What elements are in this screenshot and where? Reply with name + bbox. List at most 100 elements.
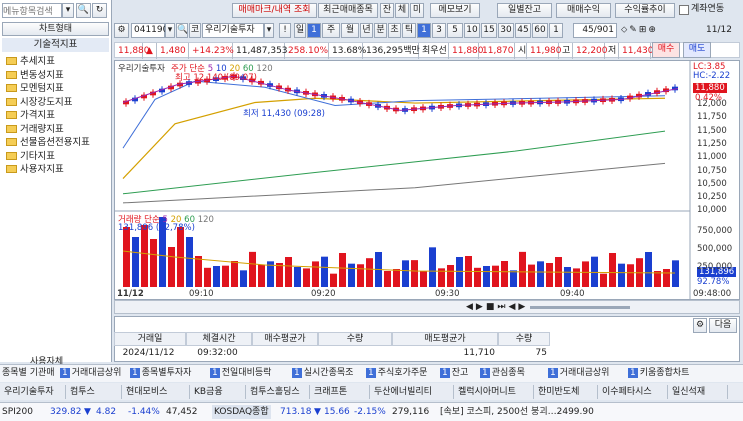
alert-icon[interactable]: ! (279, 23, 291, 38)
period-button[interactable]: 5 (447, 23, 463, 38)
buy-button[interactable]: 매수 (652, 42, 680, 58)
daily-balance-button[interactable]: 일별잔고 (497, 3, 552, 18)
period-button[interactable]: 일 (294, 23, 306, 38)
volume-bar (483, 266, 490, 287)
tab-exec[interactable]: 체 (395, 3, 409, 18)
price-chart-svg[interactable] (115, 61, 741, 301)
period-button[interactable]: 년 (360, 23, 373, 38)
ticker-tab[interactable]: 크래프톤 (312, 385, 370, 399)
tree-item[interactable]: 모멘텀지표 (6, 83, 64, 95)
period-button[interactable]: 초 (388, 23, 401, 38)
settings-icon[interactable]: ⚙ (114, 23, 129, 38)
volume-bar (285, 257, 292, 287)
dropdown-arrow-icon[interactable]: ▾ (62, 3, 74, 18)
tree-item[interactable]: 기타지표 (6, 151, 55, 163)
table-settings-icon[interactable]: ⚙ (693, 318, 707, 333)
volume-bar (240, 270, 247, 287)
kosdaq-pct: -2.15% (354, 407, 386, 417)
volume-axis-tick: 250,000 (697, 262, 733, 272)
taskbar-item[interactable]: 1 주식호가주문 (366, 366, 427, 380)
tree-item[interactable]: 시장강도지표 (6, 97, 72, 109)
refresh-icon[interactable]: ↻ (92, 3, 107, 18)
memo-button[interactable]: 메모보기 (430, 3, 480, 18)
search-icon[interactable]: 🔍 (76, 3, 91, 18)
hc-label: HC:-2.22 (693, 71, 731, 81)
zoom-slider[interactable] (530, 306, 630, 309)
tree-item[interactable]: 가격지표 (6, 110, 55, 122)
taskbar-item[interactable]: 1 키움종합차트 (628, 366, 689, 380)
taskbar-number-badge: 1 (210, 368, 220, 378)
menu-search-input[interactable] (2, 3, 62, 18)
period-button[interactable]: 30 (498, 23, 514, 38)
ticker-tab[interactable]: 한미반도체 (536, 385, 598, 399)
recent-trade-button[interactable]: 최근매매종목 (318, 3, 378, 18)
volume-bar (294, 267, 301, 287)
taskbar-item[interactable]: 종목별 기관매 (2, 366, 55, 380)
news-ticker[interactable]: [속보] 코스피, 2500선 붕괴…2499.90 (440, 405, 594, 419)
taskbar-item[interactable]: 1 종목별투자자 (130, 366, 191, 380)
stock-code-input[interactable]: 041190 (131, 23, 168, 38)
taskbar-item[interactable]: 1 전일대비등락 (210, 366, 271, 380)
chart-area[interactable]: 우리기술투자 주가 단순 5 10 20 60 120 최고 12,140 (0… (114, 60, 741, 301)
account-link-checkbox[interactable] (679, 5, 689, 15)
period-button[interactable]: 10 (464, 23, 480, 38)
period-button[interactable]: 1 (549, 23, 563, 38)
ticker-tab[interactable]: 일신석재 (670, 385, 728, 399)
period-button[interactable]: 60 (532, 23, 548, 38)
tree-item[interactable]: 거래량지표 (6, 124, 64, 136)
ticker-tab[interactable]: 켈럭시아머니트 (456, 385, 534, 399)
tree-item[interactable]: 사용자지표 (6, 164, 64, 176)
chart-tools-icon[interactable]: ⬦✎⊞⊕ (621, 23, 658, 37)
ticker-tab[interactable]: 우리기술투자 (2, 385, 66, 399)
period-button[interactable]: 45 (515, 23, 531, 38)
scroll-controls[interactable]: ◀▶■⏭◀▶ (466, 300, 528, 314)
next-button[interactable]: 다음 (709, 318, 737, 333)
volume-bar (501, 261, 508, 287)
tab-balance[interactable]: 잔 (380, 3, 394, 18)
period-button[interactable]: 분 (374, 23, 387, 38)
period-button[interactable]: 1 (307, 23, 321, 38)
ticker-tab[interactable]: KB금융 (192, 385, 246, 399)
period-button[interactable]: 15 (481, 23, 497, 38)
taskbar-item[interactable]: 1 거래대금상위 (548, 366, 609, 380)
taskbar-item[interactable]: 1 잔고 (440, 366, 468, 380)
tab-unfilled[interactable]: 미 (410, 3, 424, 18)
chart-type-tab[interactable]: 차트형태 (2, 22, 109, 36)
volume-bar (384, 271, 391, 287)
folder-icon (6, 165, 17, 173)
taskbar-item[interactable]: 1 관심종목 (480, 366, 525, 380)
code-dropdown-icon[interactable]: ▾ (165, 23, 175, 38)
ticker-tab[interactable]: 두산에너빌리티 (372, 385, 454, 399)
volume-bar (186, 237, 193, 287)
tree-item[interactable]: 변동성지표 (6, 70, 64, 82)
taskbar-item[interactable]: 1 실시간종목조 (292, 366, 353, 380)
tree-item-label: 추세지표 (20, 56, 55, 67)
period-button[interactable]: 3 (432, 23, 446, 38)
stock-name-dropdown-icon[interactable]: ▾ (264, 23, 274, 38)
sell-button[interactable]: 매도 (683, 42, 711, 58)
ticker-tab[interactable]: 컴투스 (68, 385, 122, 399)
date-input[interactable]: 11/12 (706, 23, 732, 37)
period-button[interactable]: 주 (322, 23, 340, 38)
profit-trend-button[interactable]: 수익률추이 (615, 3, 675, 18)
last-price-badge: 11,880 (693, 83, 727, 93)
period-button[interactable]: 1 (417, 23, 431, 38)
tree-item[interactable]: 추세지표 (6, 56, 55, 68)
tree-item[interactable]: 선물옵션전용지표 (6, 137, 90, 149)
tree-item-label: 가격지표 (20, 110, 55, 121)
ticker-tab[interactable]: 현대모비스 (124, 385, 190, 399)
best-ask: 11,880 (449, 43, 484, 59)
search-icon[interactable]: 🔍 (176, 23, 188, 38)
code-button[interactable]: 코 (189, 23, 201, 38)
taskbar-number-badge: 1 (548, 368, 558, 378)
mark-history-button[interactable]: 매매마크/내역 조회 (232, 3, 317, 18)
ticker-tab[interactable]: 이수페타시스 (600, 385, 668, 399)
taskbar-item[interactable]: 1 거래대금상위 (60, 366, 121, 380)
trade-profit-button[interactable]: 매매수익 (556, 3, 611, 18)
period-button[interactable]: 월 (341, 23, 359, 38)
ticker-tab[interactable]: 컴투스홀딩스 (248, 385, 310, 399)
period-button[interactable]: 틱 (402, 23, 416, 38)
chart-scrollbar[interactable] (114, 300, 740, 314)
volume-bar (402, 260, 409, 287)
time-axis-tick: 09:10 (189, 289, 214, 299)
